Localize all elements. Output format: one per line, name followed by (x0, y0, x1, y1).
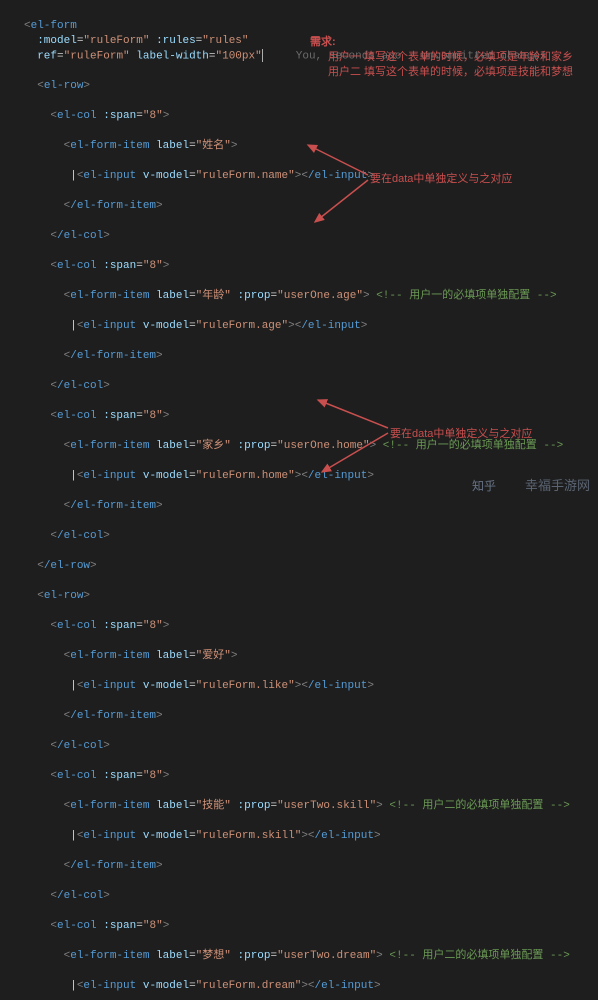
code-line: </el-form-item> (24, 349, 598, 364)
code-line: <el-row> (24, 79, 598, 94)
code-line: |<el-input v-model="ruleForm.dream"></el… (24, 979, 598, 994)
code-line: |<el-input v-model="ruleForm.home"></el-… (24, 469, 598, 484)
code-line: <el-col :span="8"> (24, 769, 598, 784)
code-line: <el-col :span="8"> (24, 259, 598, 274)
annotation-req1: 用户一 填写这个表单的时候，必填项是年龄和家乡 (328, 48, 573, 64)
code-line: <el-form-item label="爱好"> (24, 649, 598, 664)
code-line: <el-form-item label="年龄" :prop="userOne.… (24, 289, 598, 304)
code-line: <el-form-item label="家乡" :prop="userOne.… (24, 439, 598, 454)
annotation-hint1: 要在data中单独定义与之对应 (370, 170, 512, 186)
code-editor[interactable]: <el-form :model="ruleForm" :rules="rules… (0, 0, 598, 1000)
code-line: <el-form-item label="技能" :prop="userTwo.… (24, 799, 598, 814)
annotation-title: 需求: (310, 33, 336, 49)
code-line: <el-col :span="8"> (24, 409, 598, 424)
code-line: </el-col> (24, 379, 598, 394)
code-line: </el-col> (24, 739, 598, 754)
code-line: </el-col> (24, 889, 598, 904)
code-line: </el-col> (24, 529, 598, 544)
code-line: <el-form-item label="梦想" :prop="userTwo.… (24, 949, 598, 964)
code-line: |<el-input v-model="ruleForm.age"></el-i… (24, 319, 598, 334)
code-line: </el-form-item> (24, 709, 598, 724)
code-line: <el-form-item label="姓名"> (24, 139, 598, 154)
code-line: </el-col> (24, 229, 598, 244)
code-line: </el-row> (24, 559, 598, 574)
code-line: <el-col :span="8"> (24, 619, 598, 634)
code-line: </el-form-item> (24, 199, 598, 214)
code-line: </el-form-item> (24, 859, 598, 874)
code-line: <el-form :model="ruleForm" :rules="rules… (24, 19, 598, 34)
zhihu-watermark: 知乎 (472, 477, 496, 494)
code-line: <el-col :span="8"> (24, 919, 598, 934)
annotation-hint2: 要在data中单独定义与之对应 (390, 425, 532, 441)
code-line: </el-form-item> (24, 499, 598, 514)
code-line: |<el-input v-model="ruleForm.skill"></el… (24, 829, 598, 844)
annotation-req2: 用户二 填写这个表单的时候，必填项是技能和梦想 (328, 63, 573, 79)
code-line: <el-col :span="8"> (24, 109, 598, 124)
code-line: |<el-input v-model="ruleForm.like"></el-… (24, 679, 598, 694)
site-watermark: 幸福手游网 (525, 475, 590, 494)
text-cursor (262, 49, 263, 62)
code-line: <el-row> (24, 589, 598, 604)
